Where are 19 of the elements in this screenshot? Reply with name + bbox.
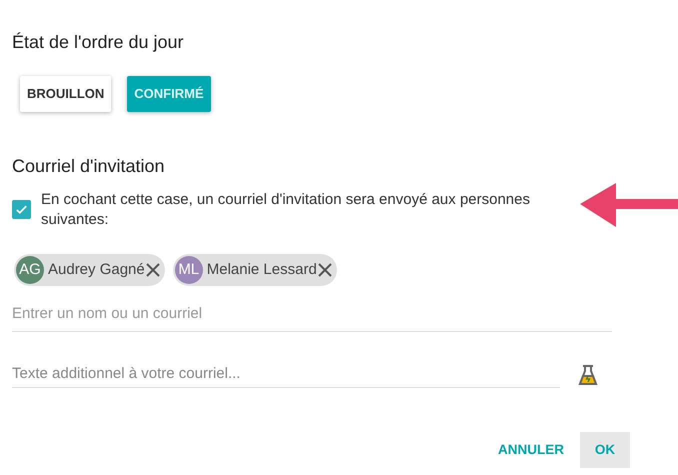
close-icon[interactable] <box>316 262 333 278</box>
checkbox-label: En cochant cette case, un courriel d'invitation sera envoyé aux personnes suivantes: <box>41 190 531 230</box>
checkbox[interactable] <box>12 200 31 219</box>
cancel-button[interactable]: ANNULER <box>496 432 566 468</box>
avatar: ML <box>174 256 203 284</box>
recipient-name: Audrey Gagné <box>48 260 145 280</box>
status-toggle[interactable]: BROUILLON <box>20 76 112 112</box>
section-title: Courriel d'invitation <box>12 155 166 178</box>
check-icon <box>15 203 28 216</box>
arrow-icon <box>580 183 678 227</box>
message-input[interactable]: Texte additionnel à votre courriel... <box>12 360 560 388</box>
flask-icon[interactable] <box>578 364 598 386</box>
section-title: État de l'ordre du jour <box>12 31 185 54</box>
ok-button[interactable]: OK <box>580 432 630 468</box>
recipient-input[interactable]: Entrer un nom ou un courriel <box>12 296 612 332</box>
avatar: AG <box>16 256 44 284</box>
close-icon[interactable] <box>144 262 161 278</box>
recipient-name: Melanie Lessard <box>206 260 317 280</box>
status-toggle[interactable]: CONFIRMÉ <box>127 76 211 112</box>
